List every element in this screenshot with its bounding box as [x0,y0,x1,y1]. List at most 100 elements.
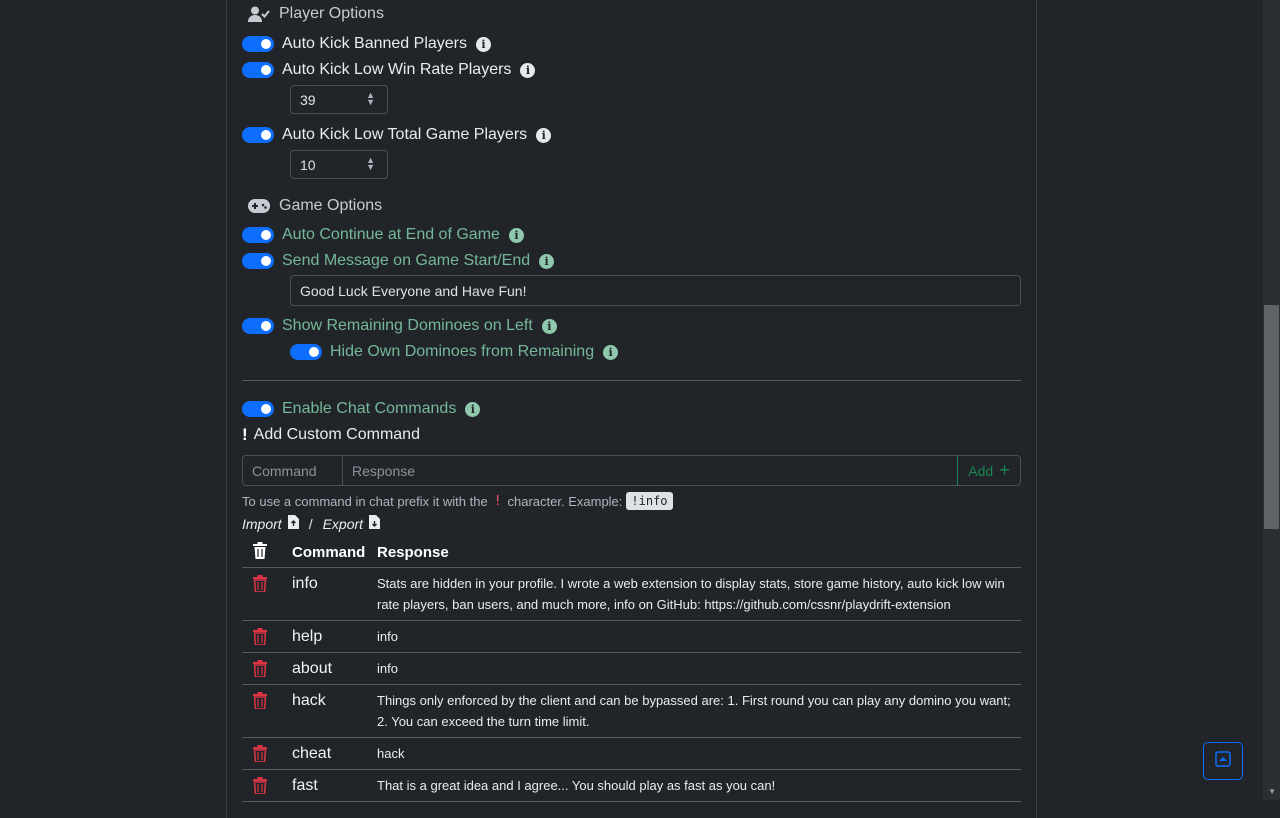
trash-icon[interactable] [252,692,268,713]
table-row: help info [242,620,1021,653]
spinner-arrows-icon[interactable]: ▲ ▼ [366,156,375,172]
arrow-up-square-icon [1215,751,1231,771]
trash-icon[interactable] [252,575,268,596]
auto-kick-banned-toggle[interactable] [242,36,274,52]
trash-icon[interactable] [252,777,268,798]
game-message-input[interactable]: Good Luck Everyone and Have Fun! [290,275,1021,306]
info-icon[interactable]: i [603,344,619,360]
page-scrollbar[interactable]: ▼ [1263,0,1280,800]
table-row: about info [242,652,1021,685]
hint-text-after: character. Example: [507,493,623,509]
spinner-arrows-icon[interactable]: ▲ ▼ [366,91,375,107]
command-input[interactable]: Command [243,456,343,485]
auto-kick-banned-row: Auto Kick Banned Players i [242,33,491,55]
hint-text-before: To use a command in chat prefix it with … [242,493,488,509]
scroll-down-arrow-icon[interactable]: ▼ [1268,787,1276,796]
exclamation-icon: ! [242,425,248,444]
trash-icon[interactable] [252,660,268,681]
info-icon[interactable]: i [520,62,536,78]
info-icon[interactable]: i [541,318,557,334]
add-command-title: Add Custom Command [253,426,420,443]
response-cell: Things only enforced by the client and c… [377,684,1021,738]
low-total-games-value: 10 [300,156,316,173]
trash-header-cell [242,537,292,568]
add-command-header: ! Add Custom Command [242,424,420,446]
game-message-value: Good Luck Everyone and Have Fun! [300,282,527,299]
table-row: hack Things only enforced by the client … [242,684,1021,738]
export-link[interactable]: Export [323,516,363,532]
divider [242,380,1021,381]
command-cell: info [292,567,377,621]
auto-kick-low-total-toggle[interactable] [242,127,274,143]
delete-cell [242,769,292,802]
auto-kick-low-win-row: Auto Kick Low Win Rate Players i [242,59,536,81]
enable-chat-toggle[interactable] [242,401,274,417]
response-cell: info [377,652,1021,685]
file-export-icon[interactable] [369,515,381,532]
gamepad-icon [248,199,270,213]
command-cell: help [292,620,377,653]
command-cell: about [292,652,377,685]
response-header: Response [377,537,1021,568]
delete-cell [242,652,292,685]
file-import-icon[interactable] [287,515,299,532]
info-icon[interactable]: i [539,253,555,269]
trash-icon[interactable] [252,745,268,766]
info-icon[interactable]: i [536,127,552,143]
send-message-label: Send Message on Game Start/End [282,252,531,269]
info-icon[interactable]: i [465,401,481,417]
hide-own-toggle[interactable] [290,344,322,360]
show-remaining-toggle[interactable] [242,318,274,334]
commands-table-body: info Stats are hidden in your profile. I… [242,567,1021,802]
table-header-row: Command Response [242,537,1021,568]
enable-chat-row: Enable Chat Commands i [242,398,481,420]
command-hint: To use a command in chat prefix it with … [242,492,673,510]
delete-cell [242,620,292,653]
auto-continue-toggle[interactable] [242,227,274,243]
show-remaining-label: Show Remaining Dominoes on Left [282,317,533,334]
delete-cell [242,567,292,621]
low-win-rate-value: 39 [300,91,316,108]
command-cell: fast [292,769,377,802]
show-remaining-row: Show Remaining Dominoes on Left i [242,315,557,337]
auto-kick-low-win-label: Auto Kick Low Win Rate Players [282,61,512,78]
game-options-header: Game Options [242,195,382,217]
auto-continue-label: Auto Continue at End of Game [282,226,500,243]
response-input[interactable]: Response [343,456,957,485]
table-row: fast That is a great idea and I agree...… [242,769,1021,802]
info-icon[interactable]: i [508,227,524,243]
add-label: Add [968,462,994,479]
import-export-row: Import / Export [242,515,381,532]
user-check-icon [248,6,270,22]
trash-icon[interactable] [252,541,268,563]
command-cell: hack [292,684,377,738]
command-cell: cheat [292,737,377,770]
enable-chat-label: Enable Chat Commands [282,400,457,417]
game-options-title: Game Options [279,197,383,214]
low-total-games-input[interactable]: 10 ▲ ▼ [290,150,388,179]
auto-kick-low-total-row: Auto Kick Low Total Game Players i [242,124,552,146]
low-win-rate-input[interactable]: 39 ▲ ▼ [290,85,388,114]
info-icon[interactable]: i [476,36,491,52]
table-row: cheat hack [242,737,1021,770]
auto-continue-row: Auto Continue at End of Game i [242,224,524,246]
hint-prefix-char: ! [493,493,502,509]
trash-icon[interactable] [252,628,268,649]
hide-own-label: Hide Own Dominoes from Remaining [330,343,595,360]
back-to-top-button[interactable] [1203,742,1243,780]
send-message-row: Send Message on Game Start/End i [242,250,555,272]
add-command-form: Command Response Add + [242,455,1021,486]
response-cell: That is a great idea and I agree... You … [377,769,1021,802]
player-options-title: Player Options [279,5,384,22]
delete-cell [242,684,292,738]
hint-example-code: !info [626,492,673,510]
send-message-toggle[interactable] [242,253,274,269]
commands-table: Command Response info Stats are hidden i… [242,537,1021,802]
import-link[interactable]: Import [242,516,282,532]
scrollbar-thumb[interactable] [1264,305,1279,529]
response-cell: info [377,620,1021,653]
response-cell: Stats are hidden in your profile. I wrot… [377,567,1021,621]
add-command-button[interactable]: Add + [957,456,1020,485]
auto-kick-low-win-toggle[interactable] [242,62,274,78]
auto-kick-banned-label: Auto Kick Banned Players [282,35,467,52]
